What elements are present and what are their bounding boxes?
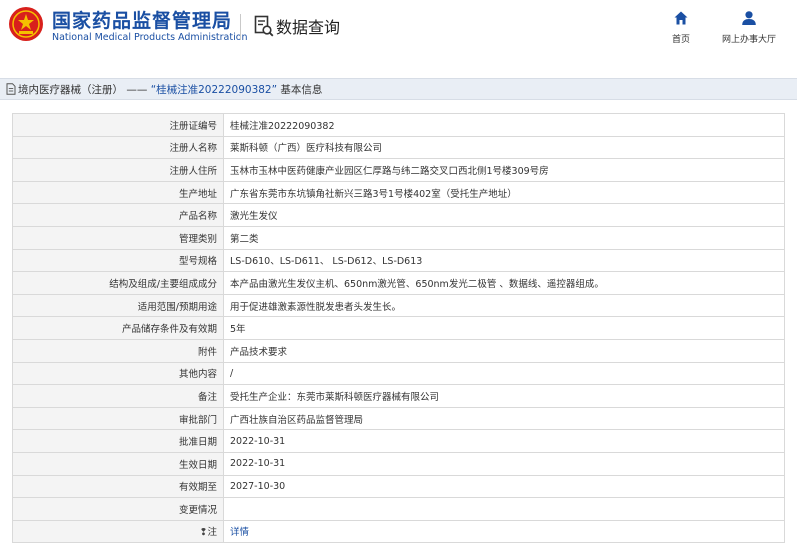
field-value: 第二类 — [223, 225, 785, 250]
field-label: 产品名称 — [12, 203, 224, 227]
details-link[interactable]: 详情 — [230, 527, 249, 538]
search-document-icon — [254, 15, 274, 37]
field-value: 2022-10-31 — [223, 429, 785, 453]
nav-service-hall[interactable]: 网上办事大厅 — [716, 10, 782, 45]
table-row: 型号规格 LS-D610、LS-D611、 LS-D612、LS-D613 — [12, 248, 785, 273]
field-value: 广西壮族自治区药品监督管理局 — [223, 406, 785, 431]
field-value: 激光生发仪 — [223, 203, 785, 227]
table-row: 注册人住所 玉林市玉林中医药健康产业园区仁厚路与纬二路交叉口西北侧1号楼309号房 — [12, 158, 785, 182]
breadcrumb-text: 境内医疗器械（注册） —— “桂械注准20222090382” 基本信息 — [18, 82, 322, 97]
field-value: 本产品由激光生发仪主机、650nm激光管、650nm发光二极管 、数据线、遥控器… — [223, 271, 785, 295]
field-value: 受托生产企业：东莞市莱斯科顿医疗器械有限公司 — [223, 384, 785, 408]
field-label: 生产地址 — [12, 180, 224, 205]
document-icon — [6, 83, 16, 95]
table-row: 生效日期 2022-10-31 — [12, 451, 785, 476]
table-row: 注册人名称 莱斯科顿（广西）医疗科技有限公司 — [12, 135, 785, 160]
nav-home[interactable]: 首页 — [663, 10, 699, 45]
brand-name-en: National Medical Products Administration — [52, 32, 248, 43]
table-row: 变更情况 — [12, 497, 785, 521]
field-label: 管理类别 — [12, 225, 224, 250]
field-value: 玉林市玉林中医药健康产业园区仁厚路与纬二路交叉口西北侧1号楼309号房 — [223, 158, 785, 182]
breadcrumb-category[interactable]: 境内医疗器械（注册） — [18, 84, 123, 96]
home-icon — [674, 11, 688, 25]
national-emblem-icon — [9, 7, 43, 41]
field-label: 型号规格 — [12, 248, 224, 273]
site-header: 国家药品监督管理局 National Medical Products Admi… — [0, 0, 797, 62]
field-label: ❢注 — [12, 519, 224, 544]
breadcrumb: 境内医疗器械（注册） —— “桂械注准20222090382” 基本信息 — [0, 78, 797, 100]
field-label: 注册人住所 — [12, 158, 224, 182]
brand-name-cn: 国家药品监督管理局 — [52, 10, 233, 32]
field-label: 其他内容 — [12, 361, 224, 386]
breadcrumb-suffix: 基本信息 — [280, 84, 323, 96]
field-value: 桂械注准20222090382 — [223, 113, 785, 137]
table-row-note: ❢注 详情 — [12, 519, 785, 544]
field-label: 附件 — [12, 338, 224, 363]
field-label: 注册证编号 — [12, 113, 224, 137]
table-row: 审批部门 广西壮族自治区药品监督管理局 — [12, 406, 785, 431]
user-icon — [742, 11, 756, 25]
field-value: 2022-10-31 — [223, 451, 785, 476]
table-row: 生产地址 广东省东莞市东坑镇角社新兴三路3号1号楼402室（受托生产地址） — [12, 180, 785, 205]
table-row: 适用范围/预期用途 用于促进雄激素源性脱发患者头发生长。 — [12, 293, 785, 318]
breadcrumb-separator: —— — [126, 84, 148, 96]
field-label: 批准日期 — [12, 429, 224, 453]
table-row: 结构及组成/主要组成成分 本产品由激光生发仪主机、650nm激光管、650nm发光… — [12, 271, 785, 295]
table-row: 管理类别 第二类 — [12, 225, 785, 250]
field-value: 用于促进雄激素源性脱发患者头发生长。 — [223, 293, 785, 318]
page-title: 数据查询 — [276, 18, 341, 37]
note-label: 注 — [207, 527, 217, 539]
field-value: 详情 — [223, 519, 785, 544]
field-value: 2027-10-30 — [223, 474, 785, 499]
table-row: 附件 产品技术要求 — [12, 338, 785, 363]
field-label: 产品储存条件及有效期 — [12, 316, 224, 340]
nav-service-hall-label: 网上办事大厅 — [721, 35, 776, 45]
field-label: 审批部门 — [12, 406, 224, 431]
field-label: 备注 — [12, 384, 224, 408]
registration-detail-table: 注册证编号 桂械注准20222090382 注册人名称 莱斯科顿（广西）医疗科技有限公… — [12, 113, 785, 544]
table-row: 其他内容 / — [12, 361, 785, 386]
field-label: 有效期至 — [12, 474, 224, 499]
field-label: 生效日期 — [12, 451, 224, 476]
table-row: 注册证编号 桂械注准20222090382 — [12, 113, 785, 137]
table-row: 产品储存条件及有效期 5年 — [12, 316, 785, 340]
table-row: 备注 受托生产企业：东莞市莱斯科顿医疗器械有限公司 — [12, 384, 785, 408]
breadcrumb-record-id: “桂械注准20222090382” — [150, 84, 278, 96]
header-divider — [240, 14, 241, 40]
field-label: 注册人名称 — [12, 135, 224, 160]
field-label: 结构及组成/主要组成成分 — [12, 271, 224, 295]
field-label: 变更情况 — [12, 497, 224, 521]
field-value: 5年 — [223, 316, 785, 340]
field-label: 适用范围/预期用途 — [12, 293, 224, 318]
field-value — [223, 497, 785, 521]
table-row: 批准日期 2022-10-31 — [12, 429, 785, 453]
field-value: 广东省东莞市东坑镇角社新兴三路3号1号楼402室（受托生产地址） — [223, 180, 785, 205]
nav-home-label: 首页 — [671, 35, 690, 45]
field-value: LS-D610、LS-D611、 LS-D612、LS-D613 — [223, 248, 785, 273]
field-value: 莱斯科顿（广西）医疗科技有限公司 — [223, 135, 785, 160]
table-row: 有效期至 2027-10-30 — [12, 474, 785, 499]
field-value: / — [223, 361, 785, 386]
field-value: 产品技术要求 — [223, 338, 785, 363]
table-row: 产品名称 激光生发仪 — [12, 203, 785, 227]
